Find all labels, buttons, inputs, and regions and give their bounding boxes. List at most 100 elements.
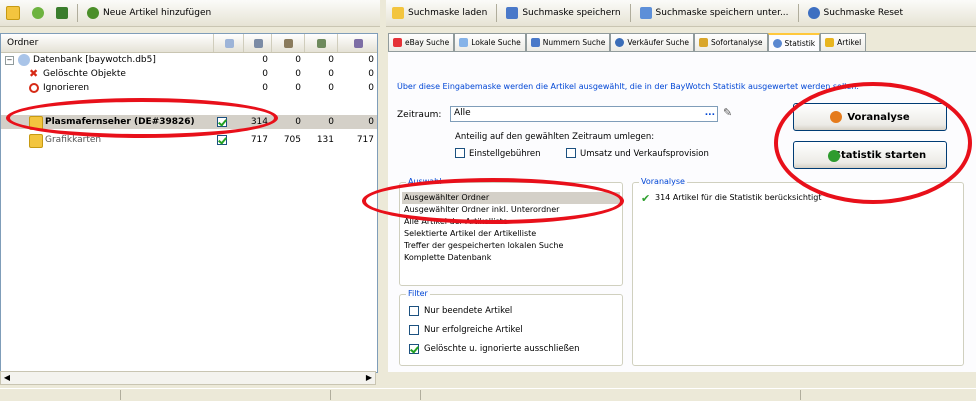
column-header-folder[interactable]: Ordner <box>1 34 213 52</box>
save-mask-button[interactable]: Suchmaske speichern <box>500 2 626 24</box>
tab-statistics[interactable]: Statistik <box>767 33 821 51</box>
collapse-toggle[interactable]: − <box>5 56 14 65</box>
voranalyse-button[interactable]: Voranalyse <box>793 103 947 131</box>
reset-mask-button[interactable]: Suchmaske Reset <box>802 2 909 24</box>
tag-icon <box>56 7 68 19</box>
disk-icon <box>253 38 263 48</box>
filter-group: Filter Nur beendete Artikel Nur erfolgre… <box>399 289 623 366</box>
status-divider <box>420 390 421 400</box>
column-header-saved[interactable] <box>243 34 272 52</box>
auswahl-item[interactable]: Alle Artikel der Artikelliste <box>404 216 508 228</box>
save-mask-label: Suchmaske speichern <box>522 8 621 18</box>
zeitraum-browse-button[interactable]: ... <box>705 108 715 118</box>
tab-label: eBay Suche <box>405 38 450 47</box>
column-header-include[interactable] <box>213 34 244 52</box>
database-icon <box>18 54 30 66</box>
filter-label: Nur erfolgreiche Artikel <box>424 325 523 335</box>
auswahl-group: Auswahl Ausgewählter Ordner Ausgewählter… <box>399 177 623 286</box>
cell-saved: 0 <box>262 69 268 79</box>
toolbar-separator <box>496 4 498 22</box>
auswahl-item[interactable]: Ausgewählter Ordner inkl. Unterordner <box>404 204 559 216</box>
cell-bids: 0 <box>295 117 301 127</box>
scroll-right-arrow[interactable]: ▶ <box>363 372 375 384</box>
cell-total: 0 <box>368 69 374 79</box>
include-checkbox[interactable] <box>217 117 227 128</box>
tab-label: Lokale Suche <box>471 38 521 47</box>
voranalyse-title: Voranalyse <box>639 177 687 186</box>
column-header-sold[interactable] <box>304 34 338 52</box>
folder-open-icon <box>392 7 404 19</box>
cell-bids: 0 <box>295 55 301 65</box>
filter-checkbox[interactable] <box>409 325 419 336</box>
tree-row[interactable]: − Datenbank [baywotch.db5] 0 0 0 0 <box>1 53 377 67</box>
reset-mask-label: Suchmaske Reset <box>823 8 904 18</box>
load-mask-button[interactable]: Suchmaske laden <box>386 2 493 24</box>
checkbox-box <box>217 117 227 127</box>
tree-row-label: Plasmafernseher (DE#39826) <box>45 117 195 127</box>
checkbox-box <box>455 148 465 158</box>
umsatz-checkbox[interactable] <box>566 148 576 159</box>
tab-label: Artikel <box>837 38 862 47</box>
status-bar <box>0 388 976 401</box>
tree-row[interactable]: Grafikkarten 717 705 131 717 <box>1 133 377 148</box>
cell-sold: 0 <box>328 83 334 93</box>
checkbox-box <box>217 135 227 145</box>
cell-sold: 0 <box>328 55 334 65</box>
tab-instant-analysis[interactable]: Sofortanalyse <box>693 33 768 51</box>
tab-bar: eBay Suche Lokale Suche Nummern Suche Ve… <box>388 33 976 51</box>
cell-total: 0 <box>368 83 374 93</box>
tree-row-label: Datenbank [baywotch.db5] <box>33 55 156 65</box>
auswahl-title: Auswahl <box>406 177 444 186</box>
auswahl-item[interactable]: Treffer der gespeicherten lokalen Suche <box>404 240 563 252</box>
start-statistics-button[interactable]: Statistik starten <box>793 141 947 169</box>
filter-checkbox[interactable] <box>409 306 419 317</box>
add-articles-button[interactable]: Neue Artikel hinzufügen <box>81 2 217 24</box>
refresh-button[interactable] <box>26 2 50 24</box>
horizontal-scrollbar[interactable]: ◀ ▶ <box>0 371 376 385</box>
add-articles-icon <box>87 7 99 19</box>
include-checkbox[interactable] <box>217 135 227 146</box>
column-header-bids[interactable] <box>271 34 305 52</box>
delete-icon: ✖ <box>29 67 39 80</box>
folder-add-button[interactable] <box>0 2 26 24</box>
tree-row[interactable]: ✖ Gelöschte Objekte 0 0 0 0 <box>1 67 377 81</box>
tab-articles[interactable]: Artikel <box>820 33 867 51</box>
tab-ebay-search[interactable]: eBay Suche <box>388 33 455 51</box>
left-toolbar: Neue Artikel hinzufügen <box>0 0 380 27</box>
auswahl-item[interactable]: Ausgewählter Ordner <box>404 192 489 204</box>
tab-local-search[interactable]: Lokale Suche <box>454 33 526 51</box>
local-search-icon <box>459 38 469 47</box>
search-icon <box>807 7 820 19</box>
include-icon <box>224 38 234 48</box>
success-check-icon: ✔ <box>641 192 651 205</box>
toolbar-separator <box>77 4 78 22</box>
auswahl-item[interactable]: Selektierte Artikel der Artikelliste <box>404 228 536 240</box>
scroll-left-arrow[interactable]: ◀ <box>1 372 13 384</box>
filter-title: Filter <box>406 289 430 298</box>
filter-checkbox[interactable] <box>409 344 419 355</box>
status-divider <box>330 390 331 400</box>
filter-label: Gelöschte u. ignorierte ausschließen <box>424 344 580 354</box>
panel-description: Über diese Eingabemaske werden die Artik… <box>397 82 859 91</box>
right-toolbar: Suchmaske laden Suchmaske speichern Such… <box>386 0 976 27</box>
tag-button[interactable] <box>50 2 74 24</box>
column-header-total[interactable] <box>337 34 378 52</box>
auswahl-item[interactable]: Komplette Datenbank <box>404 252 491 264</box>
folder-grid: Ordner − Datenbank [baywotch.db5] 0 0 0 … <box>0 33 378 373</box>
zeitraum-input[interactable]: Alle ... <box>450 106 718 122</box>
sum-icon <box>353 38 363 48</box>
save-icon <box>506 7 519 19</box>
tree-row-label: Gelöschte Objekte <box>43 69 126 79</box>
tab-seller-search[interactable]: Verkäufer Suche <box>610 33 694 51</box>
cell-saved: 0 <box>262 55 268 65</box>
save-mask-as-button[interactable]: Suchmaske speichern unter... <box>634 2 795 24</box>
filter-label: Nur beendete Artikel <box>424 306 513 316</box>
tree-row[interactable]: Ignorieren 0 0 0 0 <box>1 81 377 95</box>
edit-pencil-icon[interactable]: ✎ <box>723 106 735 120</box>
tab-number-search[interactable]: Nummern Suche <box>525 33 611 51</box>
tree-row-selected[interactable]: Plasmafernseher (DE#39826) 314 0 0 0 <box>1 115 377 130</box>
einstellgebuehren-checkbox[interactable] <box>455 148 465 159</box>
grid-header: Ordner <box>1 34 377 53</box>
checkbox-box <box>409 306 419 316</box>
load-mask-label: Suchmaske laden <box>408 8 488 18</box>
